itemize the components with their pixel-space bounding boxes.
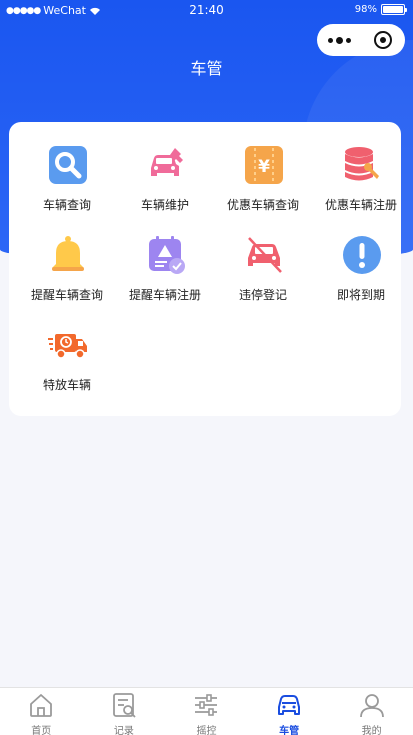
grid-item-label: 车辆维护 (140, 198, 189, 212)
status-bar: ●●●●● WeChat 21:40 98% (0, 0, 413, 22)
more-dot-icon (345, 37, 351, 43)
page-title: 车管 (190, 59, 223, 78)
grid-item-label: 提醒车辆查询 (30, 288, 103, 302)
tab-label: 我的 (361, 726, 382, 735)
grid-item-label: 优惠车辆查询 (226, 198, 299, 212)
grid-item-label: 即将到期 (336, 288, 385, 302)
grid-item-reminder-query[interactable]: 提醒车辆查询 (18, 212, 116, 302)
no-parking-car-icon (243, 234, 285, 276)
battery-percent: 98% (354, 4, 377, 15)
discount-ticket-icon: ¥ (243, 144, 285, 186)
grid-item-vehicle-search[interactable]: 车辆查询 (18, 122, 116, 212)
grid-item-vehicle-maintenance[interactable]: 车辆维护 (116, 122, 214, 212)
more-dot-icon (335, 36, 343, 44)
user-icon (359, 694, 384, 718)
tab-remote[interactable]: 摇控 (165, 688, 248, 735)
tab-label: 首页 (31, 726, 52, 735)
home-icon (30, 694, 53, 717)
grid-item-label: 违停登记 (238, 288, 287, 302)
bell-icon (47, 234, 89, 276)
grid-item-special-vehicle[interactable]: 特放车辆 (18, 302, 116, 392)
more-dot-icon (327, 37, 333, 43)
grid-item-label: 车辆查询 (42, 198, 91, 212)
vehicle-maintenance-icon (145, 144, 187, 186)
database-settings-icon (341, 144, 383, 186)
grid-item-label: 提醒车辆注册 (128, 288, 201, 302)
mini-program-capsule (317, 24, 405, 56)
grid-item-label: 特放车辆 (42, 378, 91, 392)
grid-item-discount-register[interactable]: 优惠车辆注册 (312, 122, 410, 212)
grid-item-label: 优惠车辆注册 (324, 198, 397, 212)
exclamation-icon (341, 234, 383, 276)
status-battery-group: 98% (354, 4, 407, 15)
delivery-truck-icon (47, 324, 89, 366)
grid-item-parking-violation[interactable]: 违停登记 (214, 212, 312, 302)
close-mini-program-button[interactable] (361, 24, 405, 56)
calendar-warning-icon (145, 234, 187, 276)
battery-level (383, 6, 403, 13)
tab-vehicle-management[interactable]: 车管 (248, 688, 331, 735)
grid-item-discount-query[interactable]: ¥ 优惠车辆查询 (214, 122, 312, 212)
tab-home[interactable]: 首页 (0, 688, 83, 735)
battery-icon (381, 4, 407, 15)
status-time: 21:40 (189, 3, 224, 17)
sliders-icon (195, 694, 218, 716)
grid-item-reminder-register[interactable]: 提醒车辆注册 (116, 212, 214, 302)
car-icon (278, 695, 301, 715)
more-button[interactable] (317, 24, 361, 56)
tab-record[interactable]: 记录 (83, 688, 166, 735)
tab-label: 摇控 (196, 726, 217, 735)
target-icon (374, 31, 392, 49)
grid-item-expiring-soon[interactable]: 即将到期 (312, 212, 410, 302)
record-icon (112, 693, 136, 718)
tab-label: 车管 (279, 726, 300, 735)
svg-text:¥: ¥ (258, 157, 270, 177)
vehicle-search-icon (47, 144, 89, 186)
tab-label: 记录 (113, 726, 134, 735)
bottom-tab-bar: 首页 记录 摇控 车管 我的 (0, 687, 413, 735)
tab-mine[interactable]: 我的 (330, 688, 413, 735)
